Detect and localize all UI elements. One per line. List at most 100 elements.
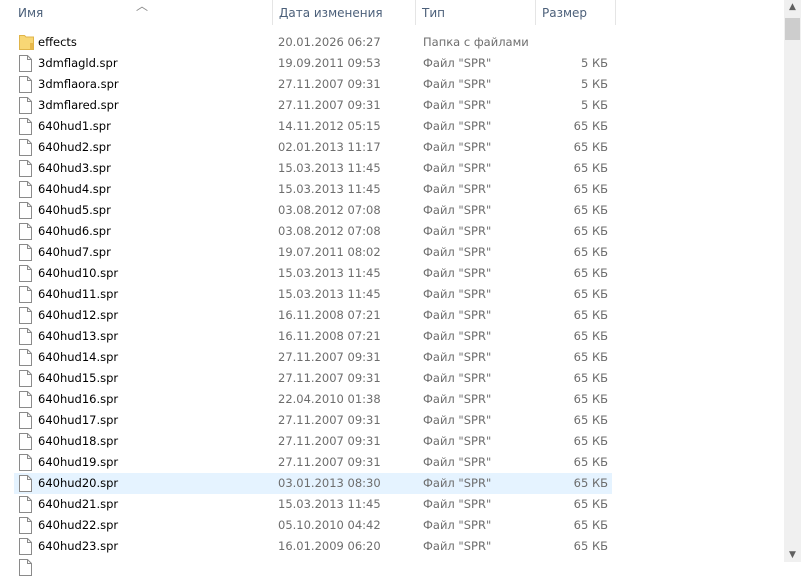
file-row[interactable]: 640hud2.spr 02.01.2013 11:17 Файл "SPR" … — [14, 137, 612, 158]
file-name: 640hud16.spr — [38, 392, 119, 406]
file-row[interactable]: 640hud14.spr 27.11.2007 09:31 Файл "SPR"… — [14, 347, 612, 368]
file-icon — [19, 412, 32, 429]
file-row[interactable]: 640hud11.spr 15.03.2013 11:45 Файл "SPR"… — [14, 284, 612, 305]
file-row[interactable]: 640hud21.spr 15.03.2013 11:45 Файл "SPR"… — [14, 494, 612, 515]
scrollbar-thumb[interactable] — [785, 18, 800, 40]
file-date: 15.03.2013 11:45 — [278, 182, 381, 196]
file-size: 65 КБ — [573, 224, 608, 238]
file-type: Файл "SPR" — [423, 455, 492, 469]
vertical-scrollbar[interactable]: ▲ ▼ — [784, 0, 801, 562]
file-row[interactable]: 640hud13.spr 16.11.2008 07:21 Файл "SPR"… — [14, 326, 612, 347]
file-icon — [19, 496, 32, 513]
file-icon — [19, 328, 32, 345]
file-size: 65 КБ — [573, 266, 608, 280]
file-row[interactable]: 640hud18.spr 27.11.2007 09:31 Файл "SPR"… — [14, 431, 612, 452]
file-size: 5 КБ — [580, 98, 608, 112]
file-name: 640hud14.spr — [38, 350, 119, 364]
column-header-type[interactable]: Тип — [416, 0, 535, 25]
file-row[interactable]: 640hud1.spr 14.11.2012 05:15 Файл "SPR" … — [14, 116, 612, 137]
file-name: 640hud10.spr — [38, 266, 119, 280]
file-row[interactable]: 640hud3.spr 15.03.2013 11:45 Файл "SPR" … — [14, 158, 612, 179]
file-icon — [19, 118, 32, 135]
file-type: Папка с файлами — [423, 35, 529, 49]
file-name: 640hud15.spr — [38, 371, 119, 385]
file-date: 16.11.2008 07:21 — [278, 308, 381, 322]
file-icon — [19, 76, 32, 93]
file-type: Файл "SPR" — [423, 539, 492, 553]
column-header-size[interactable]: Размер — [536, 0, 615, 25]
file-name: 640hud11.spr — [38, 287, 119, 301]
column-header-name[interactable]: Имя — [12, 0, 272, 25]
file-size: 65 КБ — [573, 371, 608, 385]
file-icon — [19, 391, 32, 408]
file-row-partial[interactable] — [14, 557, 612, 578]
file-name: 640hud20.spr — [38, 476, 119, 490]
file-type: Файл "SPR" — [423, 119, 492, 133]
column-divider[interactable] — [615, 0, 616, 25]
scroll-up-arrow-icon[interactable]: ▲ — [784, 2, 801, 12]
file-row[interactable]: 640hud19.spr 27.11.2007 09:31 Файл "SPR"… — [14, 452, 612, 473]
file-size: 65 КБ — [573, 203, 608, 217]
file-size: 65 КБ — [573, 308, 608, 322]
file-row[interactable]: 640hud7.spr 19.07.2011 08:02 Файл "SPR" … — [14, 242, 612, 263]
file-row[interactable]: 3dmflagld.spr 19.09.2011 09:53 Файл "SPR… — [14, 53, 612, 74]
file-row[interactable]: 640hud22.spr 05.10.2010 04:42 Файл "SPR"… — [14, 515, 612, 536]
file-size: 65 КБ — [573, 392, 608, 406]
file-size: 65 КБ — [573, 182, 608, 196]
file-type: Файл "SPR" — [423, 245, 492, 259]
file-type: Файл "SPR" — [423, 413, 492, 427]
file-row[interactable]: 640hud16.spr 22.04.2010 01:38 Файл "SPR"… — [14, 389, 612, 410]
column-header-date[interactable]: Дата изменения — [273, 0, 415, 25]
file-icon — [19, 433, 32, 450]
file-type: Файл "SPR" — [423, 329, 492, 343]
file-date: 19.07.2011 08:02 — [278, 245, 381, 259]
file-size: 5 КБ — [580, 56, 608, 70]
file-icon — [19, 475, 32, 492]
file-icon — [19, 181, 32, 198]
file-row[interactable]: 640hud20.spr 03.01.2013 08:30 Файл "SPR"… — [14, 473, 612, 494]
file-size: 65 КБ — [573, 434, 608, 448]
file-type: Файл "SPR" — [423, 203, 492, 217]
file-row[interactable]: 640hud10.spr 15.03.2013 11:45 Файл "SPR"… — [14, 263, 612, 284]
file-row[interactable]: 640hud23.spr 16.01.2009 06:20 Файл "SPR"… — [14, 536, 612, 557]
file-type: Файл "SPR" — [423, 476, 492, 490]
file-size: 5 КБ — [580, 77, 608, 91]
file-row[interactable]: 640hud12.spr 16.11.2008 07:21 Файл "SPR"… — [14, 305, 612, 326]
scroll-down-arrow-icon[interactable]: ▼ — [784, 550, 801, 560]
file-icon — [19, 265, 32, 282]
file-type: Файл "SPR" — [423, 224, 492, 238]
file-icon — [19, 202, 32, 219]
file-date: 15.03.2013 11:45 — [278, 266, 381, 280]
file-type: Файл "SPR" — [423, 182, 492, 196]
file-icon — [19, 244, 32, 261]
file-type: Файл "SPR" — [423, 77, 492, 91]
file-name: 640hud4.spr — [38, 182, 111, 196]
file-type: Файл "SPR" — [423, 518, 492, 532]
file-type: Файл "SPR" — [423, 287, 492, 301]
file-icon — [19, 223, 32, 240]
file-date: 27.11.2007 09:31 — [278, 350, 381, 364]
file-row[interactable]: 640hud5.spr 03.08.2012 07:08 Файл "SPR" … — [14, 200, 612, 221]
file-row[interactable]: 640hud6.spr 03.08.2012 07:08 Файл "SPR" … — [14, 221, 612, 242]
folder-icon — [19, 34, 34, 51]
file-name: 640hud3.spr — [38, 161, 111, 175]
file-type: Файл "SPR" — [423, 392, 492, 406]
file-date: 19.09.2011 09:53 — [278, 56, 381, 70]
file-name: 640hud1.spr — [38, 119, 111, 133]
file-row[interactable]: 640hud15.spr 27.11.2007 09:31 Файл "SPR"… — [14, 368, 612, 389]
file-icon — [19, 139, 32, 156]
file-icon — [19, 307, 32, 324]
file-size: 65 КБ — [573, 245, 608, 259]
file-type: Файл "SPR" — [423, 266, 492, 280]
file-type: Файл "SPR" — [423, 497, 492, 511]
file-type: Файл "SPR" — [423, 140, 492, 154]
file-icon — [19, 454, 32, 471]
file-row[interactable]: 640hud4.spr 15.03.2013 11:45 Файл "SPR" … — [14, 179, 612, 200]
file-size: 65 КБ — [573, 161, 608, 175]
file-date: 16.11.2008 07:21 — [278, 329, 381, 343]
file-row[interactable]: 640hud17.spr 27.11.2007 09:31 Файл "SPR"… — [14, 410, 612, 431]
file-row[interactable]: 3dmflaora.spr 27.11.2007 09:31 Файл "SPR… — [14, 74, 612, 95]
file-row[interactable]: 3dmflared.spr 27.11.2007 09:31 Файл "SPR… — [14, 95, 612, 116]
file-row[interactable]: effects 20.01.2026 06:27 Папка с файлами — [14, 32, 612, 53]
file-name: 640hud17.spr — [38, 413, 119, 427]
